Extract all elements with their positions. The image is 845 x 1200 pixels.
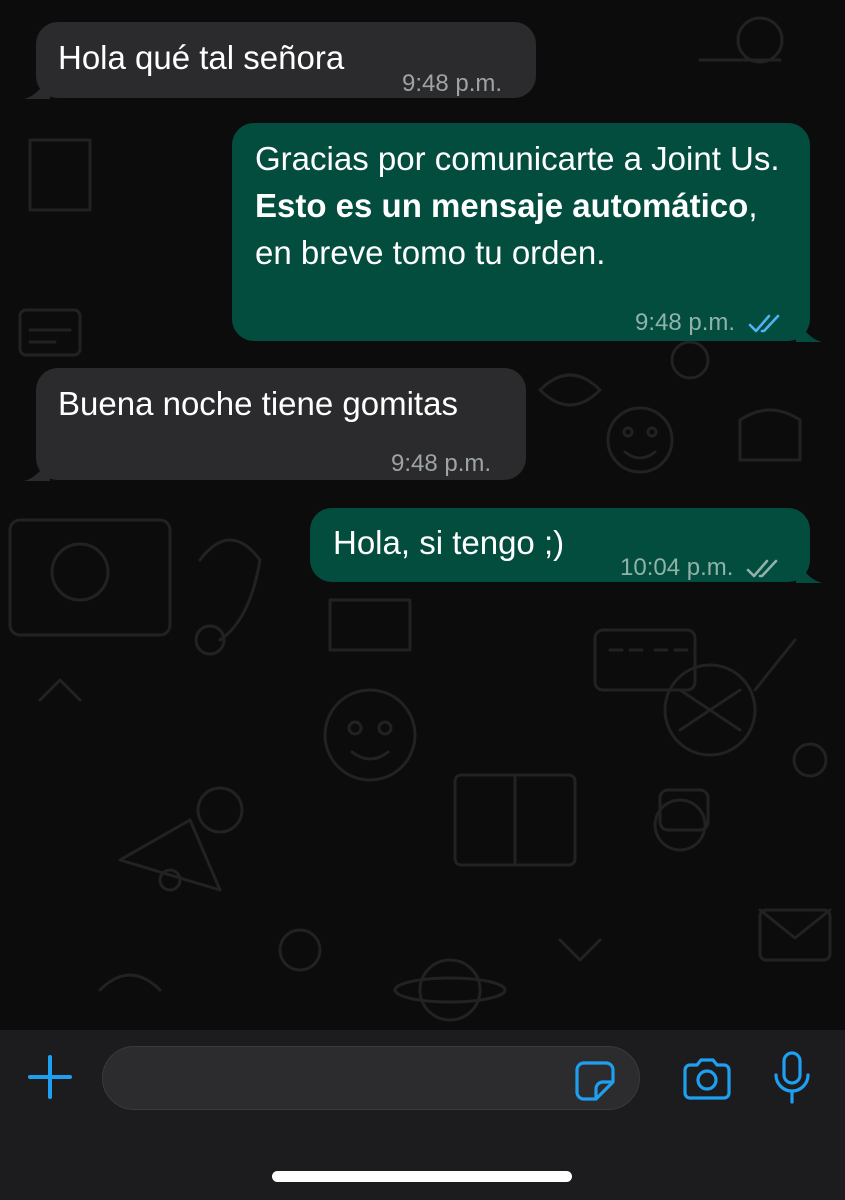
double-check-icon <box>748 314 780 332</box>
message-time: 9:48 p.m. <box>402 70 503 97</box>
message-time: 9:48 p.m. <box>635 309 736 336</box>
message-bubble-incoming[interactable]: Hola qué tal señora 9:48 p.m. <box>24 22 536 99</box>
message-bubble-incoming[interactable]: Buena noche tiene gomitas 9:48 p.m. <box>24 368 526 481</box>
message-meta: 9:48 p.m. <box>635 299 784 346</box>
message-text: Gracias por comunicarte a Joint Us. Esto… <box>255 135 795 276</box>
plus-icon[interactable] <box>22 1049 78 1105</box>
message-text-part: Gracias por comunicarte a Joint Us. <box>255 140 780 177</box>
message-text: Buena noche tiene gomitas <box>58 385 458 422</box>
bubble-tail <box>24 73 50 99</box>
bubble-tail <box>796 316 822 342</box>
message-field[interactable] <box>102 1046 640 1110</box>
message-text-bold: Esto es un mensaje automático <box>255 187 749 224</box>
message-time: 9:48 p.m. <box>391 450 492 477</box>
message-bubble-outgoing[interactable]: Gracias por comunicarte a Joint Us. Esto… <box>232 123 822 342</box>
message-bubble-outgoing[interactable]: Hola, si tengo ;) 10:04 p.m. <box>310 508 822 583</box>
bubble-tail <box>796 557 822 583</box>
home-indicator[interactable] <box>272 1171 572 1182</box>
message-input[interactable] <box>123 1059 567 1099</box>
bubble-tail <box>24 455 50 481</box>
message-time: 10:04 p.m. <box>620 554 734 581</box>
sticker-icon[interactable] <box>572 1058 618 1104</box>
message-meta: 10:04 p.m. <box>620 544 782 591</box>
message-text: Hola, si tengo ;) <box>333 524 565 561</box>
double-check-icon <box>746 559 778 577</box>
microphone-icon[interactable] <box>770 1050 814 1106</box>
message-text: Hola qué tal señora <box>58 39 345 76</box>
camera-icon[interactable] <box>680 1056 734 1102</box>
